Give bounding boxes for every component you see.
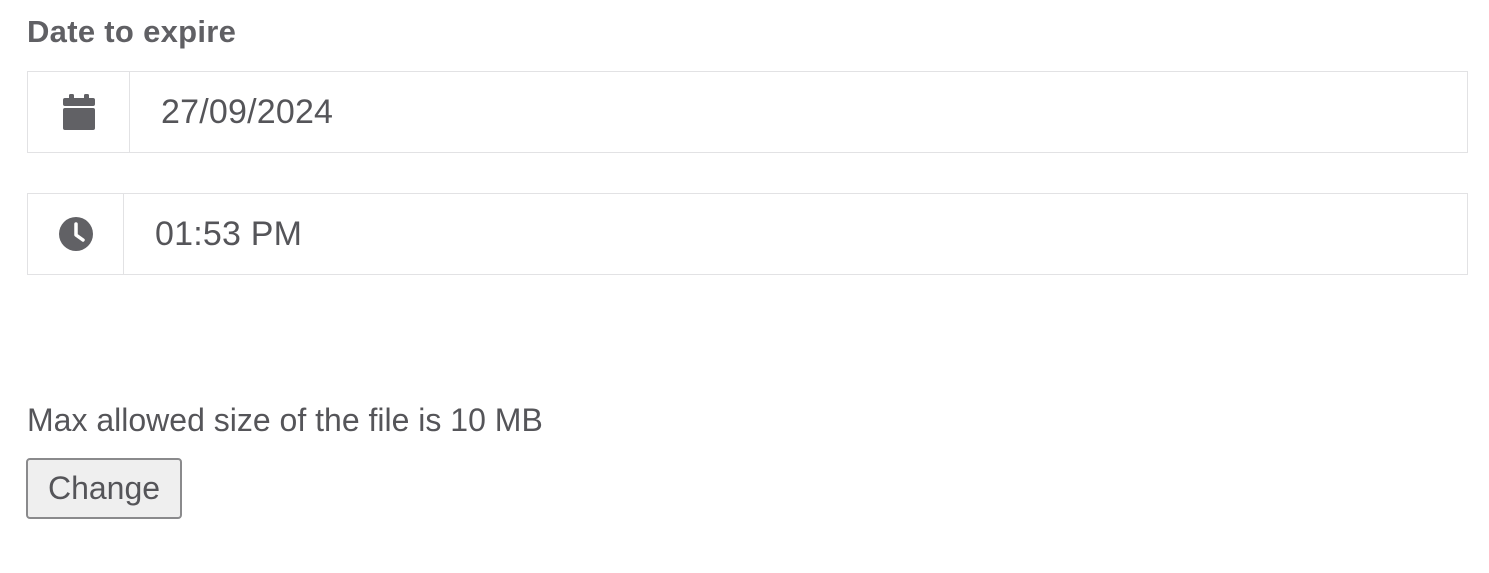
date-addon[interactable] — [28, 72, 130, 152]
expiry-label: Date to expire — [27, 14, 237, 49]
calendar-icon — [62, 94, 95, 130]
clock-icon — [58, 216, 94, 252]
change-button[interactable]: Change — [26, 458, 182, 519]
date-input-group[interactable]: 27/09/2024 — [27, 71, 1468, 153]
expiry-form: Date to expire 27/09/2024 01:53 PM Max a… — [0, 0, 1489, 573]
file-size-help-text: Max allowed size of the file is 10 MB — [27, 402, 543, 438]
time-addon[interactable] — [28, 194, 124, 274]
date-field[interactable]: 27/09/2024 — [130, 72, 1467, 152]
time-field[interactable]: 01:53 PM — [124, 194, 1467, 274]
time-input-group[interactable]: 01:53 PM — [27, 193, 1468, 275]
